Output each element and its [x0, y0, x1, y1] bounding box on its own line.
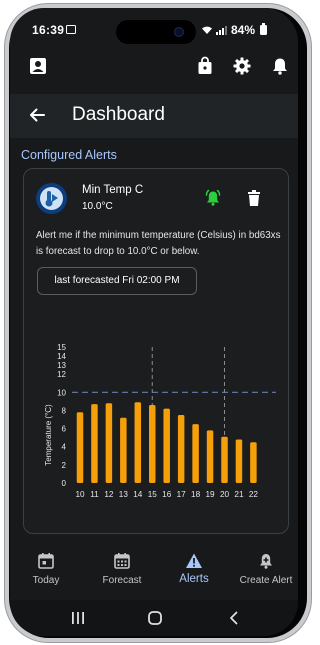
camera-icon: [174, 27, 184, 37]
temperature-bar: [91, 404, 98, 483]
title-bar: Dashboard: [10, 94, 298, 138]
y-tick-label: 0: [62, 479, 67, 488]
nav-alerts[interactable]: Alerts: [162, 552, 226, 596]
x-tick-label: 13: [119, 490, 129, 499]
system-navigation-bar: [10, 600, 298, 636]
app-screen: 16:39 84% Dashboard Configured Alerts Mi…: [10, 8, 298, 636]
thermometer-avatar-icon: [36, 183, 67, 214]
y-axis-label: Temperature (°C): [44, 404, 53, 466]
temperature-bar: [250, 442, 257, 483]
status-indicators: 84%: [201, 23, 268, 37]
temperature-bar: [134, 402, 142, 483]
y-tick-label: 14: [57, 352, 66, 361]
temperature-bar: [235, 439, 243, 483]
temperature-bar: [192, 424, 199, 483]
x-tick-label: 19: [205, 490, 215, 499]
temperature-bar: [76, 412, 84, 483]
signal-icon: [216, 26, 227, 35]
warning-icon: [186, 553, 202, 568]
dynamic-island: [116, 20, 196, 44]
y-tick-label: 6: [62, 425, 67, 434]
temperature-bar: [206, 430, 214, 483]
y-tick-label: 4: [62, 443, 67, 452]
y-tick-label: 10: [57, 388, 66, 397]
back-icon[interactable]: [226, 610, 242, 626]
section-title: Configured Alerts: [21, 148, 117, 162]
battery-percent: 84%: [231, 23, 256, 37]
x-tick-label: 21: [234, 490, 244, 499]
temperature-bar: [177, 415, 185, 483]
calendar-day-icon: [38, 553, 54, 569]
temperature-bar: [221, 436, 228, 483]
temperature-bar: [163, 408, 170, 483]
calendar-grid-icon: [114, 553, 130, 569]
bell-plus-icon: [260, 554, 272, 569]
x-tick-label: 12: [104, 490, 114, 499]
nav-today[interactable]: Today: [14, 552, 78, 596]
y-tick-label: 13: [57, 361, 66, 370]
shopping-bag-icon[interactable]: [195, 56, 215, 76]
x-tick-label: 16: [162, 490, 172, 499]
battery-icon: [260, 23, 268, 35]
trash-icon[interactable]: [246, 189, 262, 207]
alert-card[interactable]: Min Temp C 10.0°C Alert me if the minimu…: [23, 168, 289, 534]
alert-value: 10.0°C: [82, 201, 113, 212]
nav-forecast-label: Forecast: [102, 575, 142, 586]
bell-icon[interactable]: [270, 56, 290, 76]
arrow-left-icon[interactable]: [28, 106, 46, 124]
y-tick-label: 15: [57, 343, 66, 352]
status-time: 16:39: [32, 23, 65, 37]
x-tick-label: 14: [133, 490, 143, 499]
y-tick-label: 12: [57, 370, 66, 379]
nav-create-alert[interactable]: Create Alert: [234, 552, 298, 596]
top-app-bar: [10, 42, 298, 94]
x-tick-label: 10: [75, 490, 85, 499]
gear-icon[interactable]: [232, 56, 252, 76]
bottom-navigation: Today Forecast Alerts Create Alert: [10, 544, 298, 600]
home-icon[interactable]: [147, 610, 163, 626]
temperature-bar: [105, 403, 113, 483]
nav-today-label: Today: [32, 575, 60, 586]
photo-icon: [66, 25, 76, 34]
temperature-bar: [120, 417, 127, 483]
temperature-chart: 02468101213141510 11 12 13 14 15 16 17 18 19 20 21 2…: [44, 343, 276, 499]
alert-name: Min Temp C: [82, 184, 144, 196]
nav-forecast[interactable]: Forecast: [90, 552, 154, 596]
y-tick-label: 8: [62, 406, 67, 415]
x-tick-label: 17: [177, 490, 187, 499]
nav-alerts-label: Alerts: [179, 573, 209, 585]
recents-icon[interactable]: [70, 610, 86, 626]
y-tick-label: 2: [62, 461, 67, 470]
last-forecasted-chip[interactable]: last forecasted Fri 02:00 PM: [37, 267, 197, 295]
x-tick-label: 20: [220, 490, 230, 499]
wifi-icon: [202, 26, 212, 34]
account-box-icon[interactable]: [28, 56, 48, 76]
nav-create-alert-label: Create Alert: [239, 575, 293, 586]
status-bar: 16:39 84%: [10, 8, 298, 44]
alert-description: Alert me if the minimum temperature (Cel…: [36, 230, 281, 257]
x-tick-label: 11: [90, 490, 99, 499]
x-tick-label: 15: [148, 490, 158, 499]
temperature-bar: [149, 405, 156, 483]
x-tick-label: 22: [249, 490, 259, 499]
x-tick-label: 18: [191, 490, 201, 499]
bell-ring-icon[interactable]: [204, 189, 222, 207]
page-title: Dashboard: [72, 104, 165, 125]
